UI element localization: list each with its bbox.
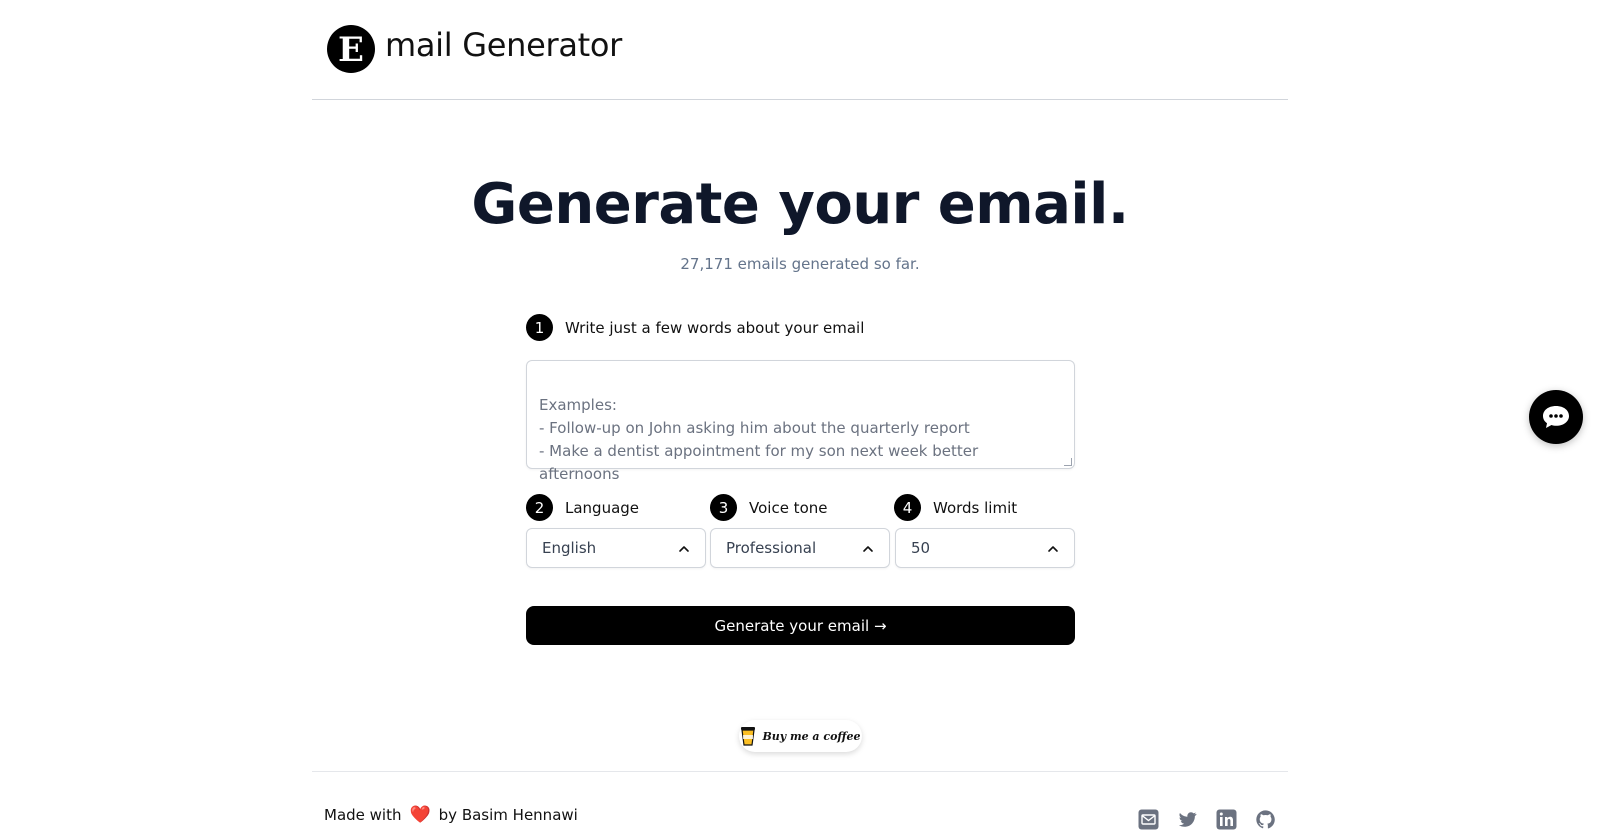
emails-counter: 27,171 emails generated so far. [680,255,920,273]
step-label: Write just a few words about your email [565,318,865,337]
resize-handle[interactable] [1064,458,1072,466]
language-select[interactable]: English [526,528,706,568]
tone-value: Professional [726,539,817,557]
step-label: Words limit [933,498,1018,517]
generate-email-button[interactable]: Generate your email → [526,606,1075,645]
words-value: 50 [911,539,931,557]
buy-me-a-coffee-button[interactable]: Buy me a coffee [739,720,862,752]
step-number: 2 [526,494,553,521]
linkedin-icon[interactable] [1216,809,1237,830]
heart-icon: ❤️ [409,805,431,825]
chat-bubble-icon [1543,406,1569,428]
chevron-up-icon [1048,546,1058,552]
made-with-credit: Made with ❤️ by Basim Hennawi [324,805,578,825]
textarea-placeholder: Examples: - Follow-up on John asking him… [539,396,979,483]
chevron-up-icon [679,546,689,552]
chat-widget-button[interactable] [1529,390,1583,444]
language-value: English [542,539,597,557]
step-number: 1 [526,314,553,341]
step-number: 3 [710,494,737,521]
step-4: 4 Words limit [894,494,1017,521]
chevron-up-icon [863,546,873,552]
step-1: 1 Write just a few words about your emai… [526,314,864,341]
step-3: 3 Voice tone [710,494,827,521]
brand-title[interactable]: mail Generator [385,26,622,64]
coffee-label: Buy me a coffee [762,729,861,743]
step-2: 2 Language [526,494,639,521]
coffee-cup-icon [741,727,756,746]
logo-letter: E [338,30,364,70]
twitter-icon[interactable] [1177,809,1198,830]
page-title: Generate your email. [471,172,1129,237]
email-description-textarea[interactable]: Examples: - Follow-up on John asking him… [526,360,1075,483]
step-label: Voice tone [749,498,828,517]
step-label: Language [565,498,640,517]
made-with-text: Made with [324,806,402,824]
step-number: 4 [894,494,921,521]
logo-icon[interactable]: E [327,25,375,73]
social-links [1138,809,1276,830]
author-credit[interactable]: by Basim Hennawi [439,806,578,824]
words-limit-select[interactable]: 50 [895,528,1075,568]
site-header: E mail Generator [312,0,1288,100]
site-footer: Made with ❤️ by Basim Hennawi [312,771,1288,834]
voice-tone-select[interactable]: Professional [710,528,890,568]
mail-icon[interactable] [1138,809,1159,830]
github-icon[interactable] [1255,809,1276,830]
